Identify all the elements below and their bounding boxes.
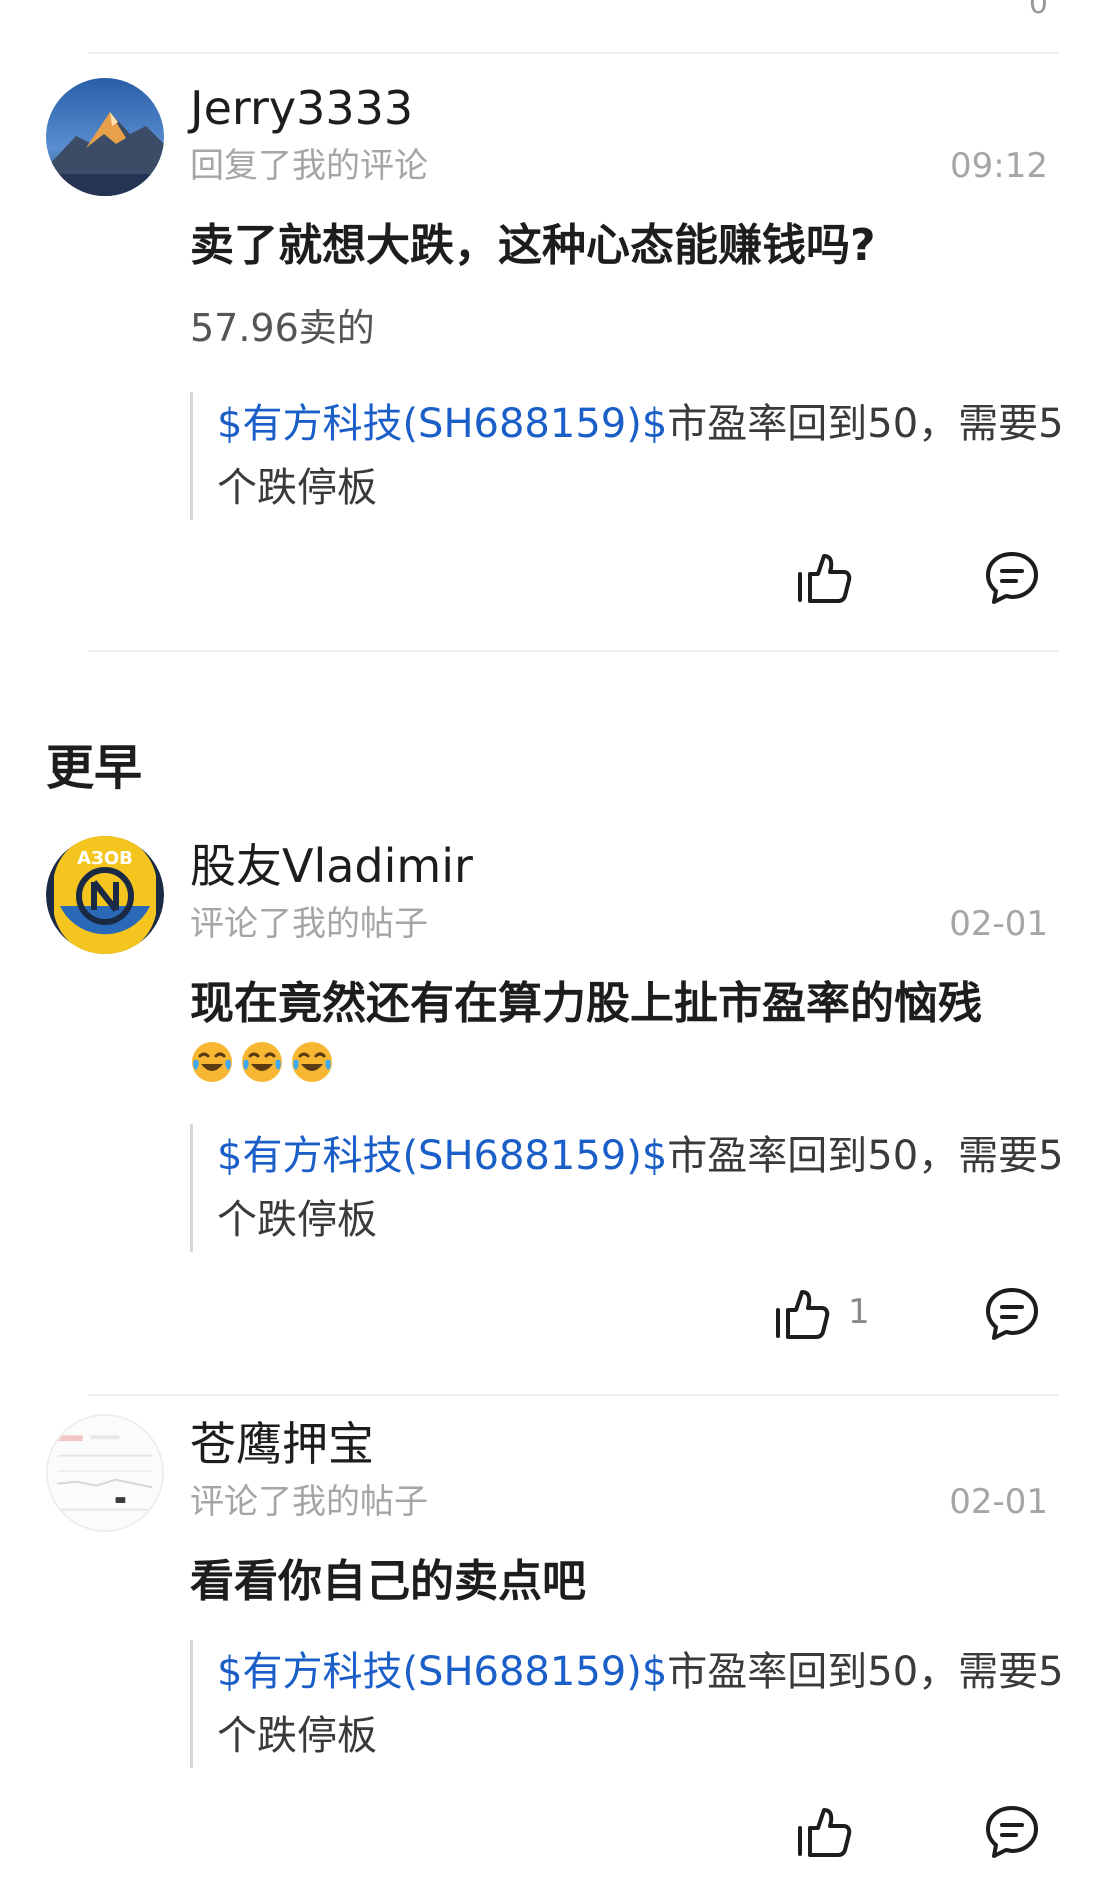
stock-link[interactable]: $有方科技(SH688159)$: [217, 1133, 667, 1179]
action-text: 评论了我的帖子: [190, 1482, 428, 1522]
comment-text: 卖了就想大跌，这种心态能赚钱吗?: [190, 220, 876, 271]
username[interactable]: 苍鹰押宝: [190, 1416, 374, 1472]
like-button[interactable]: [794, 548, 854, 608]
laughing-crying-emoji-icon: [292, 1042, 332, 1082]
laughing-crying-emoji-icon: [192, 1042, 232, 1082]
action-text: 评论了我的帖子: [190, 904, 428, 944]
like-button[interactable]: [794, 1802, 854, 1862]
like-count: 1: [848, 1292, 870, 1332]
comment-bubble-icon: [986, 1806, 1038, 1858]
avatar[interactable]: [46, 1414, 164, 1532]
laughing-crying-emoji-icon: [242, 1042, 282, 1082]
comment-bubble-icon: [986, 552, 1038, 604]
divider: [88, 1394, 1058, 1396]
comment-sub-text: 57.96卖的: [190, 306, 375, 350]
thumbs-up-icon: [776, 1290, 830, 1339]
thumbs-up-icon: [798, 554, 852, 603]
comment-text: 现在竟然还有在算力股上扯市盈率的恼残: [190, 976, 1074, 1088]
comment-bubble-icon: [986, 1288, 1038, 1340]
emoji-row: [190, 1040, 334, 1084]
username[interactable]: Jerry3333: [190, 80, 413, 136]
quoted-post[interactable]: $有方科技(SH688159)$市盈率回到50，需要5个跌停板: [190, 1124, 1064, 1252]
stock-link[interactable]: $有方科技(SH688159)$: [217, 401, 667, 447]
timestamp: 09:12: [950, 146, 1048, 186]
comment-card-3: 苍鹰押宝 评论了我的帖子 02-01 看看你自己的卖点吧 $有方科技(SH688…: [0, 1414, 1104, 1894]
divider: [88, 52, 1058, 54]
section-title: 更早: [46, 740, 143, 796]
like-button[interactable]: [772, 1284, 832, 1344]
comment-card-2: АЗОВ 股友Vladimir 评论了我的帖子 02-01 现在竟然还有在算力股…: [0, 836, 1104, 1396]
quoted-post[interactable]: $有方科技(SH688159)$市盈率回到50，需要5个跌停板: [190, 392, 1064, 520]
reply-button[interactable]: [982, 548, 1042, 608]
comment-text-body: 现在竟然还有在算力股上扯市盈率的恼残: [190, 978, 982, 1029]
top-cut-off-count: 0: [1028, 0, 1048, 21]
divider: [88, 650, 1058, 652]
reply-button[interactable]: [982, 1284, 1042, 1344]
avatar[interactable]: [46, 78, 164, 196]
action-text: 回复了我的评论: [190, 146, 428, 186]
reply-button[interactable]: [982, 1802, 1042, 1862]
username[interactable]: 股友Vladimir: [190, 838, 473, 894]
avatar-emblem-text: АЗОВ: [77, 848, 133, 869]
avatar[interactable]: АЗОВ: [46, 836, 164, 954]
timestamp: 02-01: [949, 1482, 1048, 1522]
thumbs-up-icon: [798, 1808, 852, 1857]
comment-text: 看看你自己的卖点吧: [190, 1556, 586, 1607]
quoted-post[interactable]: $有方科技(SH688159)$市盈率回到50，需要5个跌停板: [190, 1640, 1064, 1768]
timestamp: 02-01: [949, 904, 1048, 944]
comment-card-1: Jerry3333 回复了我的评论 09:12 卖了就想大跌，这种心态能赚钱吗?…: [0, 78, 1104, 638]
stock-link[interactable]: $有方科技(SH688159)$: [217, 1649, 667, 1695]
